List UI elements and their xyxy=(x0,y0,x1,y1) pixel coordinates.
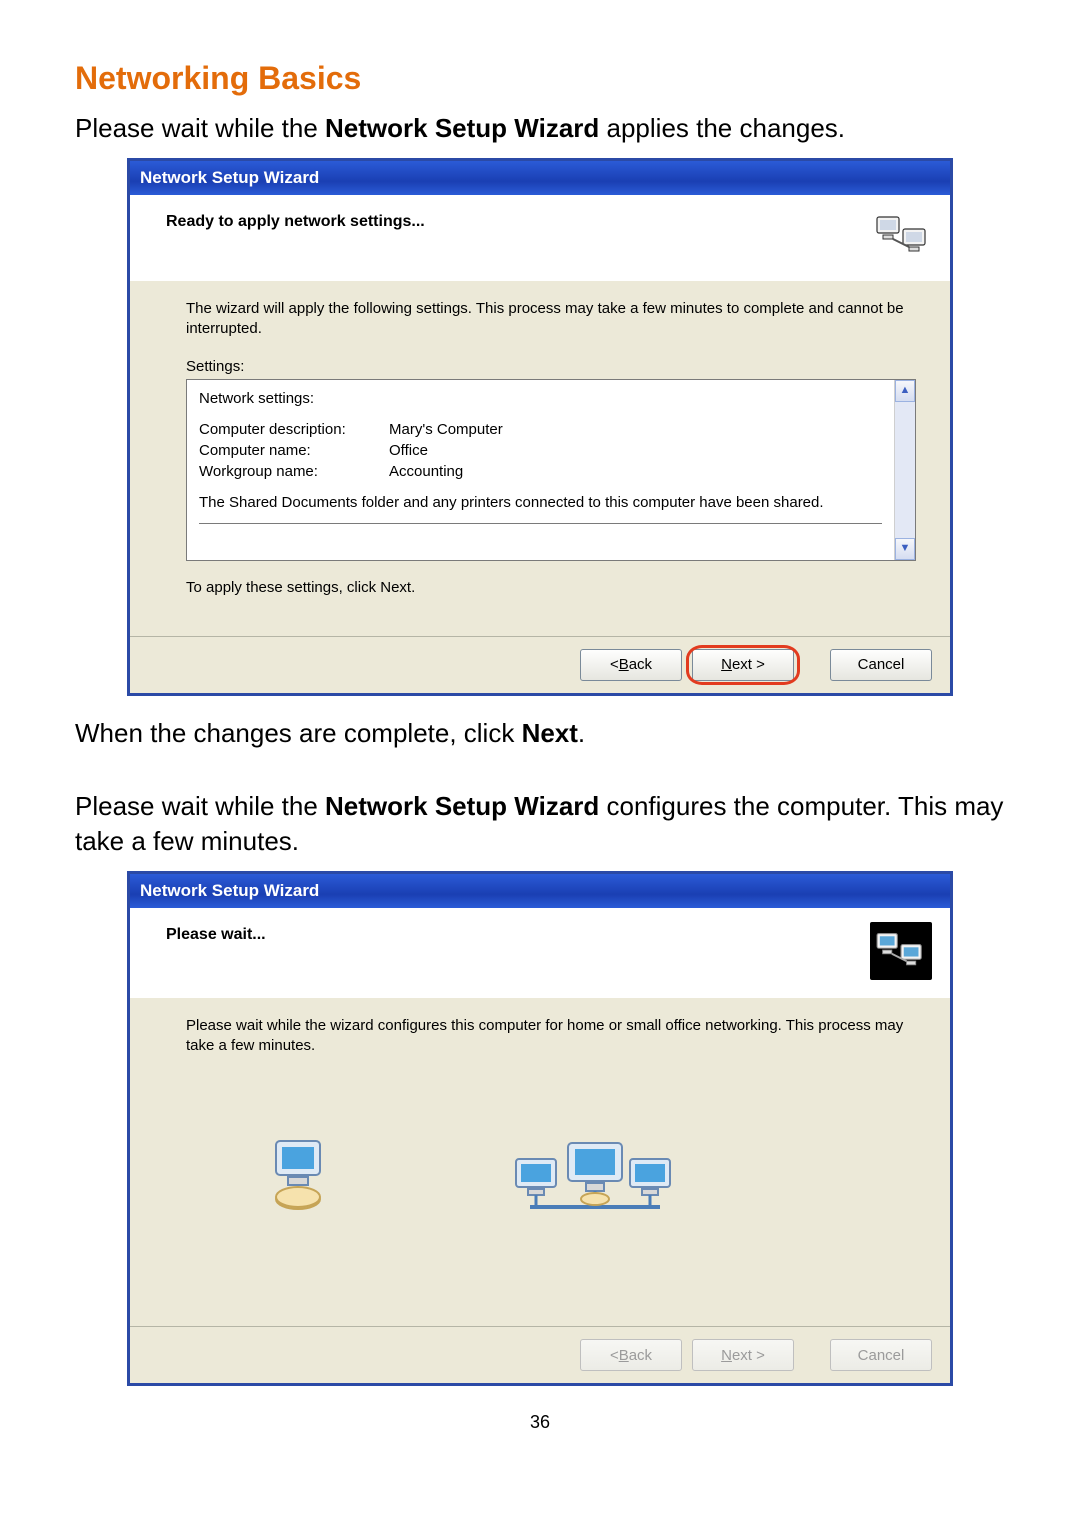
settings-key: Computer description: xyxy=(199,419,389,440)
wizard1-dialog: Network Setup Wizard Ready to apply netw… xyxy=(127,158,953,696)
after-w1-post: . xyxy=(578,718,585,748)
wizard2-container: Network Setup Wizard Please wait... xyxy=(75,871,1005,1387)
network-pcs-icon xyxy=(874,209,932,263)
wizard2-button-bar: < Back Next > Cancel xyxy=(130,1326,950,1383)
settings-content: Network settings: Computer description: … xyxy=(187,380,894,560)
settings-heading: Network settings: xyxy=(199,388,882,409)
next-post: ext > xyxy=(732,1347,765,1364)
wizard2-dialog: Network Setup Wizard Please wait... xyxy=(127,871,953,1387)
wizard1-container: Network Setup Wizard Ready to apply netw… xyxy=(75,158,1005,696)
wizard1-button-bar: < Back Next > Cancel xyxy=(130,636,950,693)
settings-row: Workgroup name: Accounting xyxy=(199,461,882,482)
next-underline: N xyxy=(721,656,732,673)
wizard2-titlebar: Network Setup Wizard xyxy=(130,874,950,908)
scroll-down-icon[interactable]: ▼ xyxy=(895,538,915,560)
next-button[interactable]: Next > xyxy=(692,649,794,681)
settings-divider xyxy=(199,523,882,524)
settings-value: Office xyxy=(389,440,428,461)
wizard1-content: The wizard will apply the following sett… xyxy=(130,281,950,636)
networked-computers-icon xyxy=(510,1129,680,1219)
intro-text-post: applies the changes. xyxy=(599,113,845,143)
wizard2-intro: Please wait while the wizard configures … xyxy=(186,1016,916,1057)
back-pre: < xyxy=(610,656,619,673)
p2-bold: Network Setup Wizard xyxy=(325,791,599,821)
document-page: Networking Basics Please wait while the … xyxy=(0,0,1080,1473)
p2-pre: Please wait while the xyxy=(75,791,325,821)
wizard2-content: Please wait while the wizard configures … xyxy=(130,998,950,1327)
settings-row: Computer description: Mary's Computer xyxy=(199,419,882,440)
back-pre: < xyxy=(610,1347,619,1364)
paragraph2: Please wait while the Network Setup Wiza… xyxy=(75,789,1005,859)
after-w1-pre: When the changes are complete, click xyxy=(75,718,522,748)
settings-scrollbar[interactable]: ▲ ▼ xyxy=(894,380,915,560)
next-button: Next > xyxy=(692,1339,794,1371)
settings-value: Accounting xyxy=(389,461,463,482)
intro-text-pre: Please wait while the xyxy=(75,113,325,143)
apply-hint: To apply these settings, click Next. xyxy=(186,579,916,596)
settings-row: Computer name: Office xyxy=(199,440,882,461)
cancel-button: Cancel xyxy=(830,1339,932,1371)
back-underline: B xyxy=(619,1347,629,1364)
scroll-track[interactable] xyxy=(895,402,915,538)
after-wizard1-paragraph: When the changes are complete, click Nex… xyxy=(75,716,1005,751)
settings-label: Settings: xyxy=(186,358,916,375)
intro-paragraph: Please wait while the Network Setup Wiza… xyxy=(75,111,1005,146)
wizard2-animation xyxy=(186,1074,916,1274)
back-button: < Back xyxy=(580,1339,682,1371)
back-post: ack xyxy=(629,656,652,673)
settings-key: Computer name: xyxy=(199,440,389,461)
settings-key: Workgroup name: xyxy=(199,461,389,482)
back-post: ack xyxy=(629,1347,652,1364)
settings-value: Mary's Computer xyxy=(389,419,503,440)
wizard2-header: Please wait... xyxy=(130,908,950,998)
next-underline: N xyxy=(721,1347,732,1364)
back-button[interactable]: < Back xyxy=(580,649,682,681)
single-computer-icon xyxy=(266,1137,330,1211)
intro-bold: Network Setup Wizard xyxy=(325,113,599,143)
after-w1-bold: Next xyxy=(522,718,578,748)
wizard2-header-text: Please wait... xyxy=(166,922,870,944)
cancel-button[interactable]: Cancel xyxy=(830,649,932,681)
settings-shared-note: The Shared Documents folder and any prin… xyxy=(199,492,882,513)
page-number: 36 xyxy=(75,1412,1005,1433)
section-title: Networking Basics xyxy=(75,60,1005,97)
wizard1-intro: The wizard will apply the following sett… xyxy=(186,299,916,340)
wizard1-title-text: Network Setup Wizard xyxy=(140,168,319,188)
network-pcs-icon xyxy=(870,922,932,980)
wizard2-title-text: Network Setup Wizard xyxy=(140,881,319,901)
wizard1-header-text: Ready to apply network settings... xyxy=(166,209,874,231)
back-underline: B xyxy=(619,656,629,673)
scroll-up-icon[interactable]: ▲ xyxy=(895,380,915,402)
settings-listbox: Network settings: Computer description: … xyxy=(186,379,916,561)
wizard1-header: Ready to apply network settings... xyxy=(130,195,950,281)
wizard1-titlebar: Network Setup Wizard xyxy=(130,161,950,195)
next-post: ext > xyxy=(732,656,765,673)
